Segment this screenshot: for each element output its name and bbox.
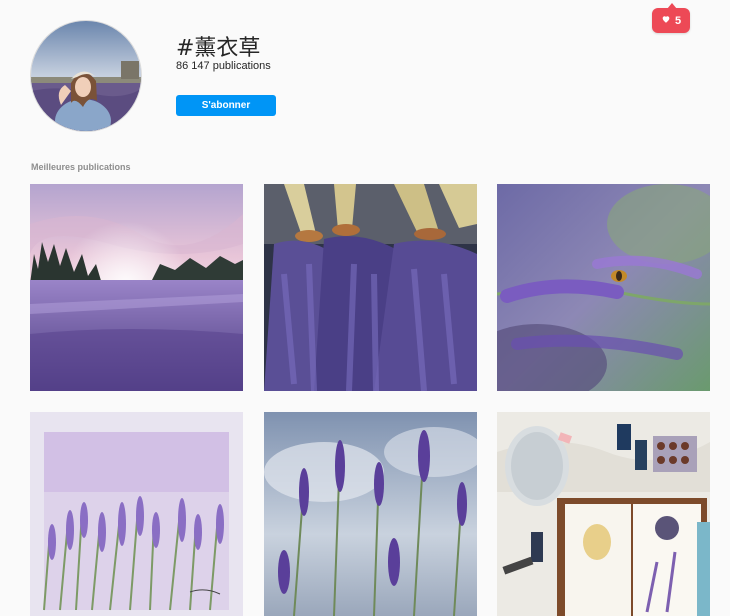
hashtag-title: #薰衣草 (176, 36, 261, 61)
top-posts-heading: Meilleures publications (31, 162, 131, 172)
post-tile-lavender-watercolor[interactable] (30, 412, 243, 616)
heart-icon (661, 14, 671, 27)
post-tile-lavender-bee[interactable] (497, 184, 710, 391)
post-count: 86 147 publications (176, 60, 271, 72)
post-tile-lavender-field[interactable] (30, 184, 243, 391)
hashtag-avatar (30, 20, 142, 132)
activity-notification-badge[interactable]: 5 (652, 3, 690, 33)
post-tile-lavender-bundles[interactable] (264, 184, 477, 391)
post-tile-lavender-journal[interactable] (497, 412, 710, 616)
notification-count: 5 (674, 14, 682, 27)
post-tile-lavender-sky[interactable] (264, 412, 477, 616)
follow-button[interactable]: S'abonner (176, 95, 276, 116)
